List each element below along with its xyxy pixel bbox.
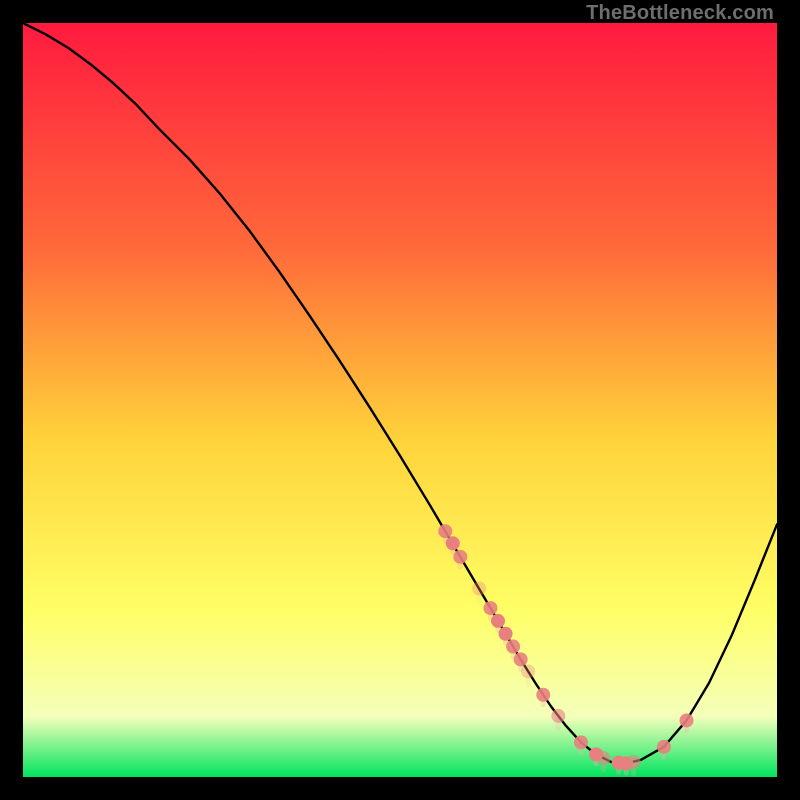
chart-frame xyxy=(23,23,777,777)
scatter-dot xyxy=(597,751,611,765)
scatter-dot xyxy=(483,601,497,615)
scatter-dot xyxy=(627,755,641,769)
scatter-dot xyxy=(472,582,486,596)
scatter-dot xyxy=(453,550,467,564)
watermark-text: TheBottleneck.com xyxy=(586,2,774,25)
bottleneck-chart xyxy=(23,23,777,777)
scatter-dot xyxy=(574,735,588,749)
scatter-dot xyxy=(657,740,671,754)
gradient-background xyxy=(23,23,777,777)
scatter-dot xyxy=(680,713,694,727)
scatter-dot xyxy=(446,536,460,550)
scatter-dot xyxy=(514,652,528,666)
scatter-dot xyxy=(438,524,452,538)
scatter-dot xyxy=(551,709,565,723)
scatter-dot xyxy=(491,614,505,628)
scatter-dot xyxy=(536,688,550,702)
scatter-dot xyxy=(506,640,520,654)
scatter-dot xyxy=(521,664,535,678)
scatter-dot xyxy=(499,627,513,641)
